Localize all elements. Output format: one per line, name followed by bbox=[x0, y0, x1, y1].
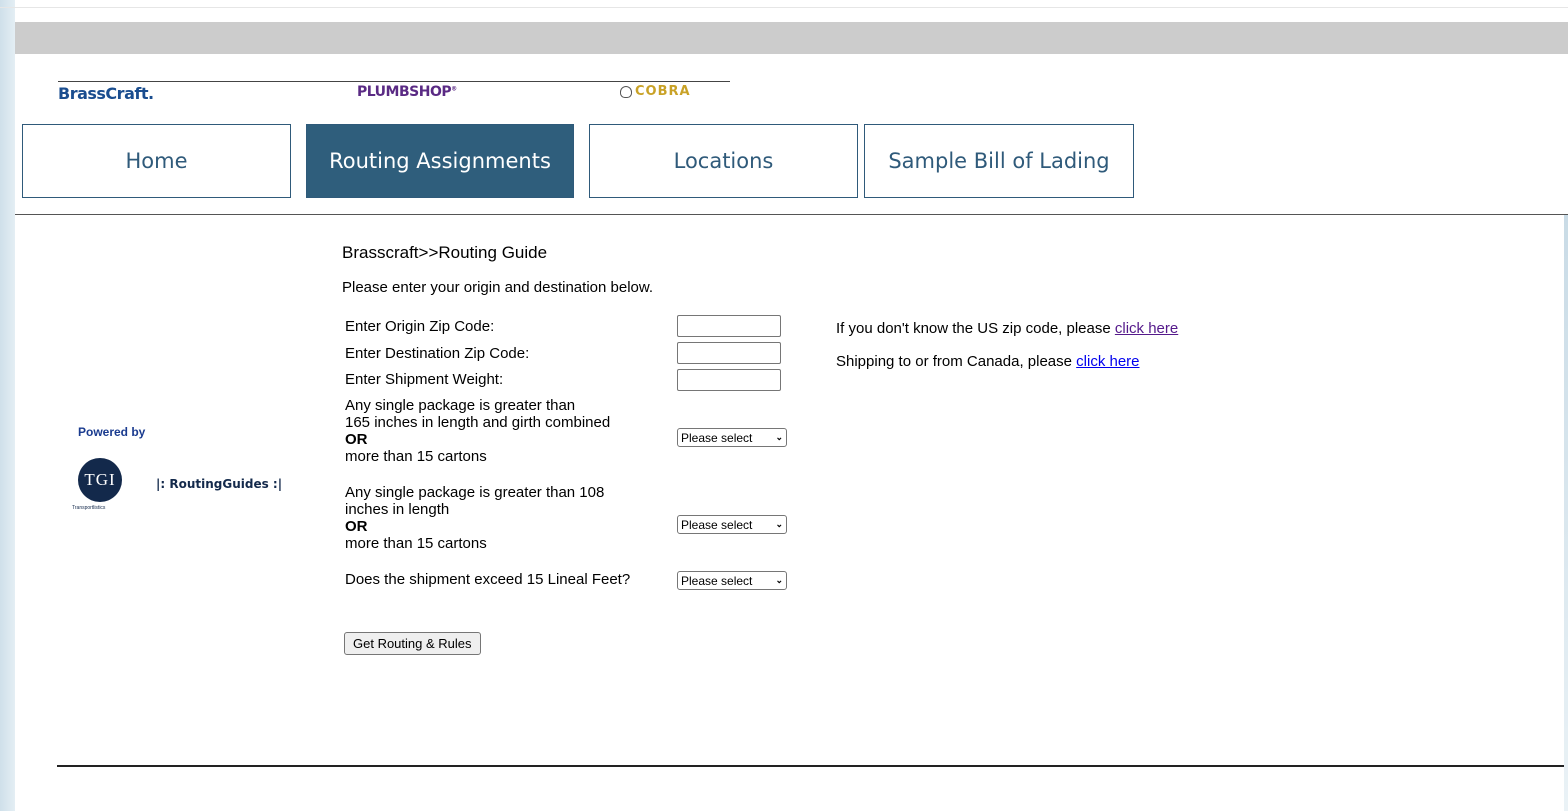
zip-help-link[interactable]: click here bbox=[1115, 320, 1178, 337]
package-girth-question: Any single package is greater than 165 i… bbox=[345, 397, 610, 465]
question-text: Any single package is greater than bbox=[345, 397, 576, 414]
chevron-down-icon: ⌄ bbox=[775, 575, 783, 585]
tab-sample-bill-of-lading[interactable]: Sample Bill of Lading bbox=[864, 124, 1134, 198]
plumbshop-logo: PLUMBSHOP® bbox=[357, 84, 457, 100]
brasscraft-logo: BrassCraft. bbox=[58, 84, 154, 103]
canada-help-text: Shipping to or from Canada, please click… bbox=[836, 353, 1140, 370]
brand-topline bbox=[170, 81, 730, 82]
or-label: OR bbox=[345, 431, 368, 448]
header-bar bbox=[15, 22, 1568, 54]
brand-underline-brasscraft bbox=[58, 81, 170, 82]
origin-zip-label: Enter Origin Zip Code: bbox=[345, 318, 495, 335]
get-routing-rules-button[interactable]: Get Routing & Rules bbox=[344, 632, 481, 655]
destination-zip-label: Enter Destination Zip Code: bbox=[345, 345, 530, 362]
zip-help-text: If you don't know the US zip code, pleas… bbox=[836, 320, 1179, 337]
lineal-feet-select[interactable]: Please select ⌄ bbox=[677, 571, 787, 590]
chevron-down-icon: ⌄ bbox=[775, 519, 783, 529]
cobra-shield-icon bbox=[620, 85, 632, 98]
tab-routing-assignments[interactable]: Routing Assignments bbox=[306, 124, 574, 198]
origin-zip-input[interactable] bbox=[677, 315, 781, 337]
package-girth-select[interactable]: Please select ⌄ bbox=[677, 428, 787, 447]
chevron-down-icon: ⌄ bbox=[775, 432, 783, 442]
question-text: more than 15 cartons bbox=[345, 448, 487, 465]
top-divider bbox=[0, 7, 1568, 8]
shipment-weight-input[interactable] bbox=[677, 369, 781, 391]
tgi-logo-subtext: Transportlistics bbox=[72, 505, 106, 511]
tab-home[interactable]: Home bbox=[22, 124, 291, 198]
package-length-question: Any single package is greater than 108 i… bbox=[345, 484, 604, 552]
powered-by-label: Powered by bbox=[78, 425, 146, 439]
package-length-select[interactable]: Please select ⌄ bbox=[677, 515, 787, 534]
question-text: Any single package is greater than 108 bbox=[345, 484, 605, 501]
question-text: 165 inches in length and girth combined bbox=[345, 414, 611, 431]
lineal-feet-question: Does the shipment exceed 15 Lineal Feet? bbox=[345, 571, 631, 588]
tab-locations[interactable]: Locations bbox=[589, 124, 858, 198]
or-label: OR bbox=[345, 518, 368, 535]
canada-help-link[interactable]: click here bbox=[1076, 353, 1139, 370]
intro-text: Please enter your origin and destination… bbox=[342, 279, 654, 296]
page-background bbox=[15, 0, 1568, 811]
cobra-logo: COBRA bbox=[620, 84, 691, 99]
question-text: inches in length bbox=[345, 501, 450, 518]
nav-divider bbox=[15, 214, 1568, 215]
question-text: more than 15 cartons bbox=[345, 535, 487, 552]
scroll-edge bbox=[1564, 215, 1568, 811]
breadcrumb: Brasscraft>>Routing Guide bbox=[342, 243, 548, 262]
destination-zip-input[interactable] bbox=[677, 342, 781, 364]
routingguides-logo[interactable]: |: RoutingGuides :| bbox=[156, 477, 282, 491]
shipment-weight-label: Enter Shipment Weight: bbox=[345, 371, 504, 388]
footer-divider bbox=[57, 765, 1568, 767]
tgi-logo[interactable]: TGI bbox=[78, 458, 122, 502]
